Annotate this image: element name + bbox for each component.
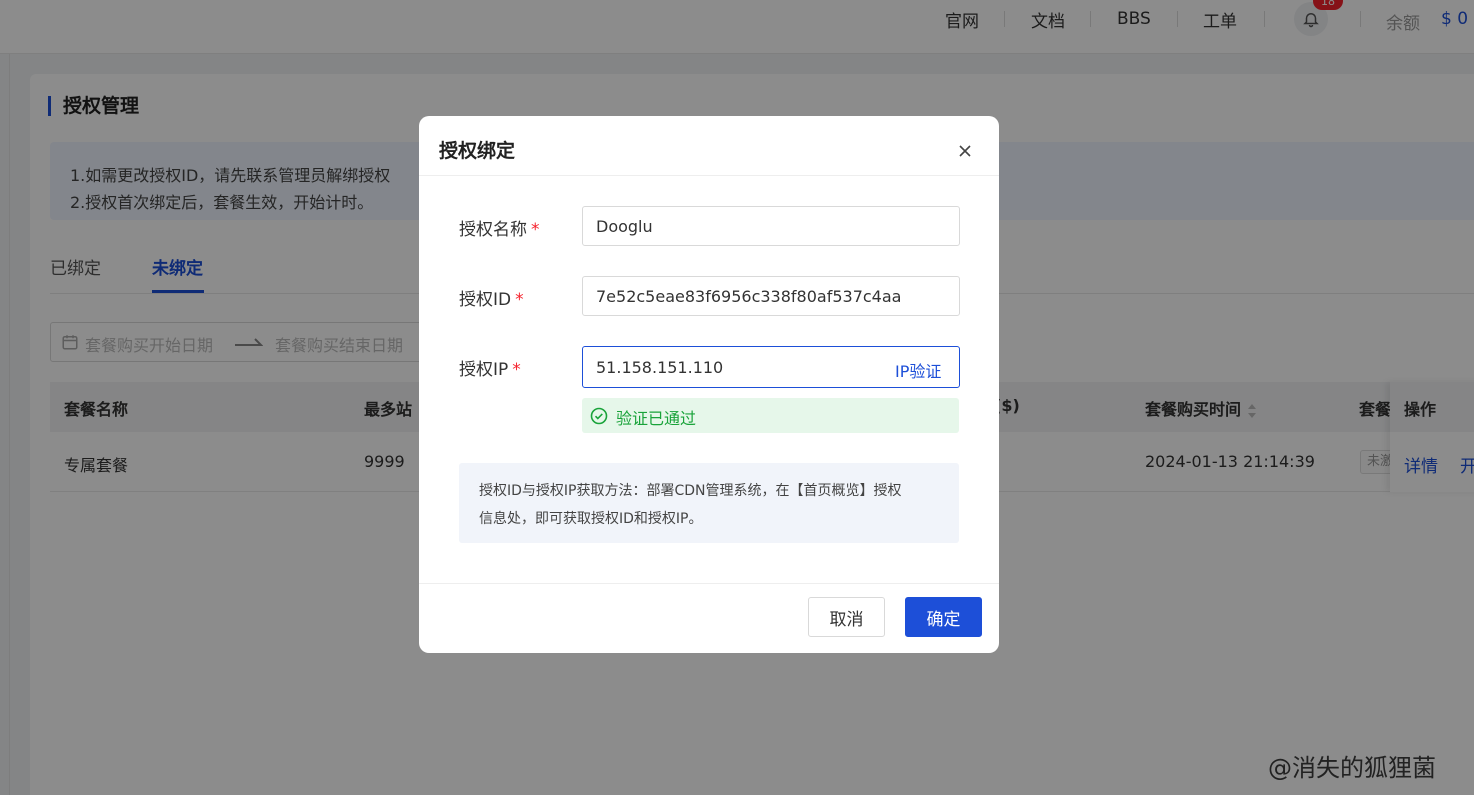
check-circle-icon xyxy=(590,407,608,425)
license-ip-label-text: 授权IP xyxy=(459,360,509,380)
bind-license-dialog: 授权绑定 授权名称* 授权ID* 授权IP* IP验证 验证已通过 授权ID与授… xyxy=(419,116,999,653)
hint-box: 授权ID与授权IP获取方法：部署CDN管理系统，在【首页概览】授权 信息处，即可… xyxy=(459,463,959,543)
license-ip-label: 授权IP * xyxy=(459,355,521,380)
license-id-label-text: 授权ID xyxy=(459,290,512,310)
hint-line: 信息处，即可获取授权ID和授权IP。 xyxy=(479,511,703,527)
required-mark: * xyxy=(531,220,540,240)
license-id-label: 授权ID * xyxy=(459,285,524,310)
dialog-title: 授权绑定 xyxy=(439,140,516,162)
ip-verify-button[interactable]: IP验证 xyxy=(895,358,941,382)
cancel-button[interactable]: 取消 xyxy=(808,597,885,637)
verify-success-text: 验证已通过 xyxy=(616,409,697,428)
required-mark: * xyxy=(512,360,521,380)
close-icon[interactable] xyxy=(956,142,974,160)
license-name-label-text: 授权名称 xyxy=(459,220,527,240)
verify-success-alert: 验证已通过 xyxy=(582,398,959,433)
footer-divider xyxy=(419,583,999,584)
watermark: @消失的狐狸菌 xyxy=(1268,754,1436,782)
divider xyxy=(419,175,999,176)
license-name-label: 授权名称 * xyxy=(459,215,540,240)
license-name-input[interactable] xyxy=(582,206,960,246)
required-mark: * xyxy=(515,290,524,310)
hint-line: 授权ID与授权IP获取方法：部署CDN管理系统，在【首页概览】授权 xyxy=(479,483,902,499)
confirm-button[interactable]: 确定 xyxy=(905,597,982,637)
license-id-input[interactable] xyxy=(582,276,960,316)
